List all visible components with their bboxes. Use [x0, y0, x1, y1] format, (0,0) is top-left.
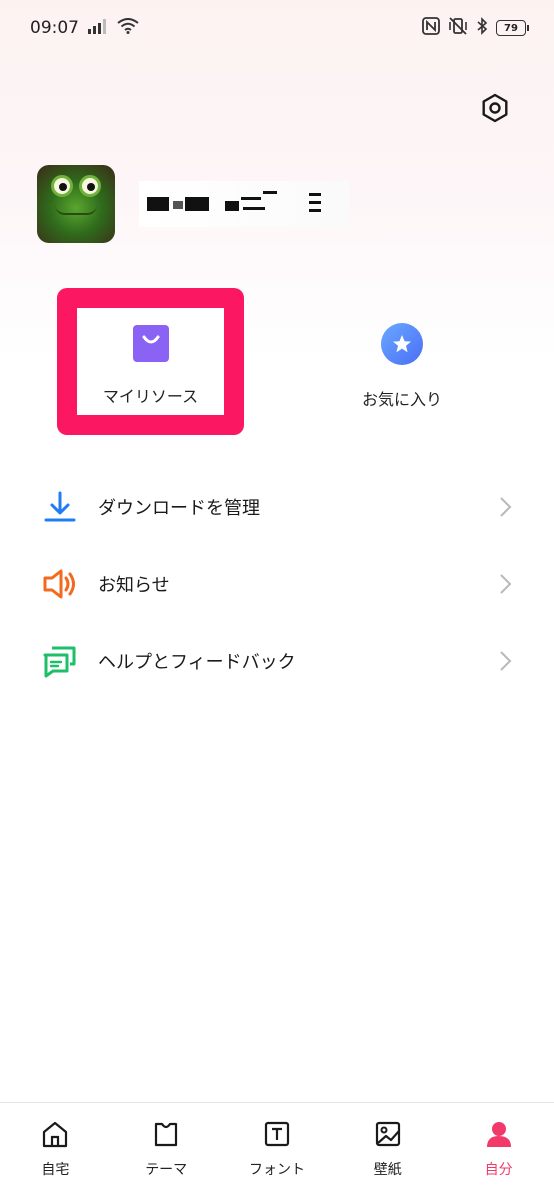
nav-label: テーマ [145, 1162, 188, 1178]
menu-item-label: お知らせ [98, 574, 170, 596]
shopping-bag-icon [132, 323, 170, 367]
speaker-icon [42, 566, 78, 602]
nfc-icon [422, 16, 440, 40]
chevron-right-icon [496, 572, 514, 596]
wallpaper-icon [373, 1119, 403, 1153]
chevron-right-icon [496, 495, 514, 519]
avatar[interactable] [37, 165, 115, 243]
favorites-button[interactable]: お気に入り [330, 322, 474, 410]
nav-fonts[interactable]: フォント [222, 1103, 333, 1200]
wifi-icon [117, 17, 139, 39]
menu-item-notices[interactable]: お知らせ [0, 545, 554, 622]
bluetooth-icon [476, 16, 488, 40]
theme-shirt-icon [151, 1119, 181, 1153]
nav-themes[interactable]: テーマ [111, 1103, 222, 1200]
menu-list: ダウンロードを管理 お知らせ ヘルプとフィードバック [0, 468, 554, 699]
signal-icon [87, 18, 109, 39]
menu-item-label: ダウンロードを管理 [98, 497, 260, 519]
nav-label: フォント [248, 1162, 305, 1178]
avatar-eye-left [51, 175, 73, 197]
status-bar: 09:07 79 [0, 0, 554, 56]
status-time: 09:07 [30, 18, 79, 38]
battery-level: 79 [504, 22, 518, 34]
chevron-right-icon [496, 649, 514, 673]
avatar-mouth [55, 205, 97, 215]
chat-bubbles-icon [42, 643, 78, 679]
profile-section [37, 165, 349, 243]
download-icon [42, 489, 78, 525]
star-icon [380, 322, 424, 370]
vibrate-mute-icon [448, 16, 468, 40]
font-icon [262, 1119, 292, 1153]
quick-action-label: マイリソース [102, 387, 199, 406]
battery-icon: 79 [496, 20, 529, 36]
quick-action-label: お気に入り [361, 390, 442, 409]
gear-icon [480, 93, 510, 127]
nav-me[interactable]: 自分 [443, 1103, 554, 1200]
home-icon [40, 1119, 70, 1153]
person-icon [484, 1119, 514, 1153]
avatar-eye-right [79, 175, 101, 197]
my-resources-button[interactable]: マイリソース [77, 323, 224, 407]
menu-item-downloads[interactable]: ダウンロードを管理 [0, 468, 554, 545]
nav-wallpapers[interactable]: 壁紙 [332, 1103, 443, 1200]
nav-label: 壁紙 [373, 1162, 402, 1178]
settings-button[interactable] [478, 93, 512, 127]
nav-home[interactable]: 自宅 [0, 1103, 111, 1200]
bottom-navigation: 自宅 テーマ フォント 壁紙 自分 [0, 1102, 554, 1200]
nav-label: 自宅 [41, 1162, 70, 1178]
username-redacted [139, 181, 349, 227]
menu-item-label: ヘルプとフィードバック [98, 651, 296, 673]
menu-item-help-feedback[interactable]: ヘルプとフィードバック [0, 622, 554, 699]
nav-label: 自分 [484, 1162, 513, 1178]
